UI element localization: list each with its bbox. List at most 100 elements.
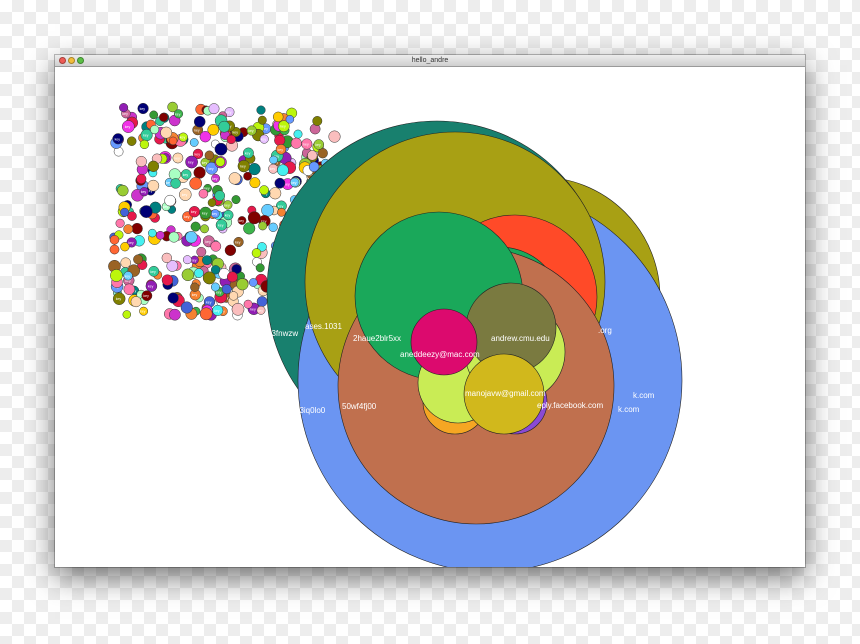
small-bubble-label: key <box>140 310 146 314</box>
small-bubble-label: key <box>226 111 232 115</box>
small-bubble <box>236 278 249 291</box>
small-bubble-label: key <box>175 112 181 116</box>
small-bubble-label: key <box>212 212 218 216</box>
small-bubble <box>168 231 180 243</box>
bubble-label: 50wf4fj00 <box>342 402 377 411</box>
small-bubble <box>155 230 165 240</box>
small-bubble-label: key <box>192 293 198 297</box>
visualization-canvas[interactable]: key key key key key key key key key key key key key k… <box>55 67 805 567</box>
small-bubble <box>139 205 153 218</box>
small-bubble <box>120 207 130 217</box>
small-bubble <box>122 310 132 319</box>
small-bubble <box>243 222 256 235</box>
small-bubble <box>248 278 258 287</box>
small-bubble <box>147 160 160 172</box>
small-bubble <box>119 103 129 113</box>
small-bubble <box>181 268 195 282</box>
small-bubble <box>139 139 150 150</box>
small-bubble-label: key <box>270 167 276 171</box>
small-bubble-label: key <box>202 161 208 165</box>
small-bubble <box>247 211 261 225</box>
bubble-label: .org <box>598 326 612 335</box>
small-bubble-label: key <box>125 274 131 278</box>
small-bubble-label: key <box>183 173 189 177</box>
small-bubble <box>224 244 237 256</box>
small-bubble-label: key <box>191 210 197 214</box>
small-bubble-label: key <box>143 294 149 298</box>
small-bubble <box>228 172 241 185</box>
small-bubble-label: key <box>115 137 121 141</box>
small-bubble-label: key <box>143 134 149 138</box>
small-bubble <box>170 178 181 189</box>
small-bubble <box>249 177 261 189</box>
small-bubble <box>149 110 159 120</box>
small-bubble <box>256 105 266 115</box>
bubble-label: 2haue2blr5xx <box>353 334 401 343</box>
small-bubble <box>328 130 341 143</box>
small-bubble <box>193 115 206 128</box>
small-bubble-label: key <box>212 177 218 181</box>
small-bubble <box>189 138 199 147</box>
small-bubble <box>210 282 220 292</box>
small-bubble <box>133 254 144 265</box>
small-bubble <box>123 224 134 234</box>
small-bubble <box>256 296 268 307</box>
small-bubble <box>293 129 303 139</box>
small-bubble <box>204 150 215 161</box>
small-bubble <box>285 115 295 124</box>
small-bubble-label: key <box>194 128 200 132</box>
bubble-label: 23iq0lo0 <box>295 406 326 415</box>
small-bubble <box>193 166 206 179</box>
small-bubble <box>208 103 220 115</box>
small-bubble <box>243 171 252 181</box>
small-bubble <box>130 296 142 308</box>
small-bubble <box>147 179 160 192</box>
small-bubble <box>190 282 200 292</box>
small-bubble-label: key <box>250 307 256 311</box>
small-bubble <box>268 222 278 232</box>
small-bubble-label: key <box>180 136 186 140</box>
small-bubble-label: key <box>218 224 224 228</box>
small-bubble-label: key <box>235 241 241 245</box>
small-bubble <box>199 131 211 143</box>
small-bubble <box>251 248 262 258</box>
bubble-label: aneddeezy@mac.com <box>400 350 480 359</box>
small-bubble-label: key <box>188 161 194 165</box>
small-bubble-label: key <box>258 309 264 313</box>
small-bubble-label: key <box>224 203 230 207</box>
small-bubble-label: key <box>174 157 180 161</box>
small-bubble-label: key <box>315 143 321 147</box>
small-bubble-label: key <box>116 297 122 301</box>
small-bubble <box>200 224 209 234</box>
small-bubble-label: key <box>239 219 245 223</box>
small-bubble <box>202 255 212 266</box>
small-bubble <box>117 184 129 197</box>
title-bar[interactable]: hello_andre <box>55 55 805 67</box>
small-bubble <box>131 222 143 235</box>
small-bubble-label: key <box>202 211 208 215</box>
small-bubble-label: key <box>291 181 297 185</box>
small-bubble <box>274 177 286 189</box>
small-bubble-label: key <box>205 240 211 244</box>
small-bubble <box>189 177 203 190</box>
small-bubble <box>269 187 282 200</box>
small-bubble-label: key <box>261 138 267 142</box>
small-bubble-label: key <box>278 148 284 152</box>
small-bubble <box>148 228 157 238</box>
small-bubble <box>115 218 125 228</box>
small-bubble <box>182 255 192 265</box>
small-bubble <box>199 307 213 321</box>
small-bubble <box>226 134 236 145</box>
small-bubble-label: key <box>191 258 197 262</box>
small-bubble <box>261 203 274 217</box>
window-title: hello_andre <box>411 57 449 64</box>
small-bubble-label: key <box>206 300 212 304</box>
small-bubble <box>312 116 323 126</box>
small-bubble <box>269 155 278 165</box>
small-bubble <box>159 112 169 122</box>
small-bubble <box>214 190 226 202</box>
small-bubble <box>272 111 284 123</box>
small-bubble <box>290 137 302 149</box>
small-bubble-label: key <box>184 215 190 219</box>
small-bubble <box>110 269 123 282</box>
